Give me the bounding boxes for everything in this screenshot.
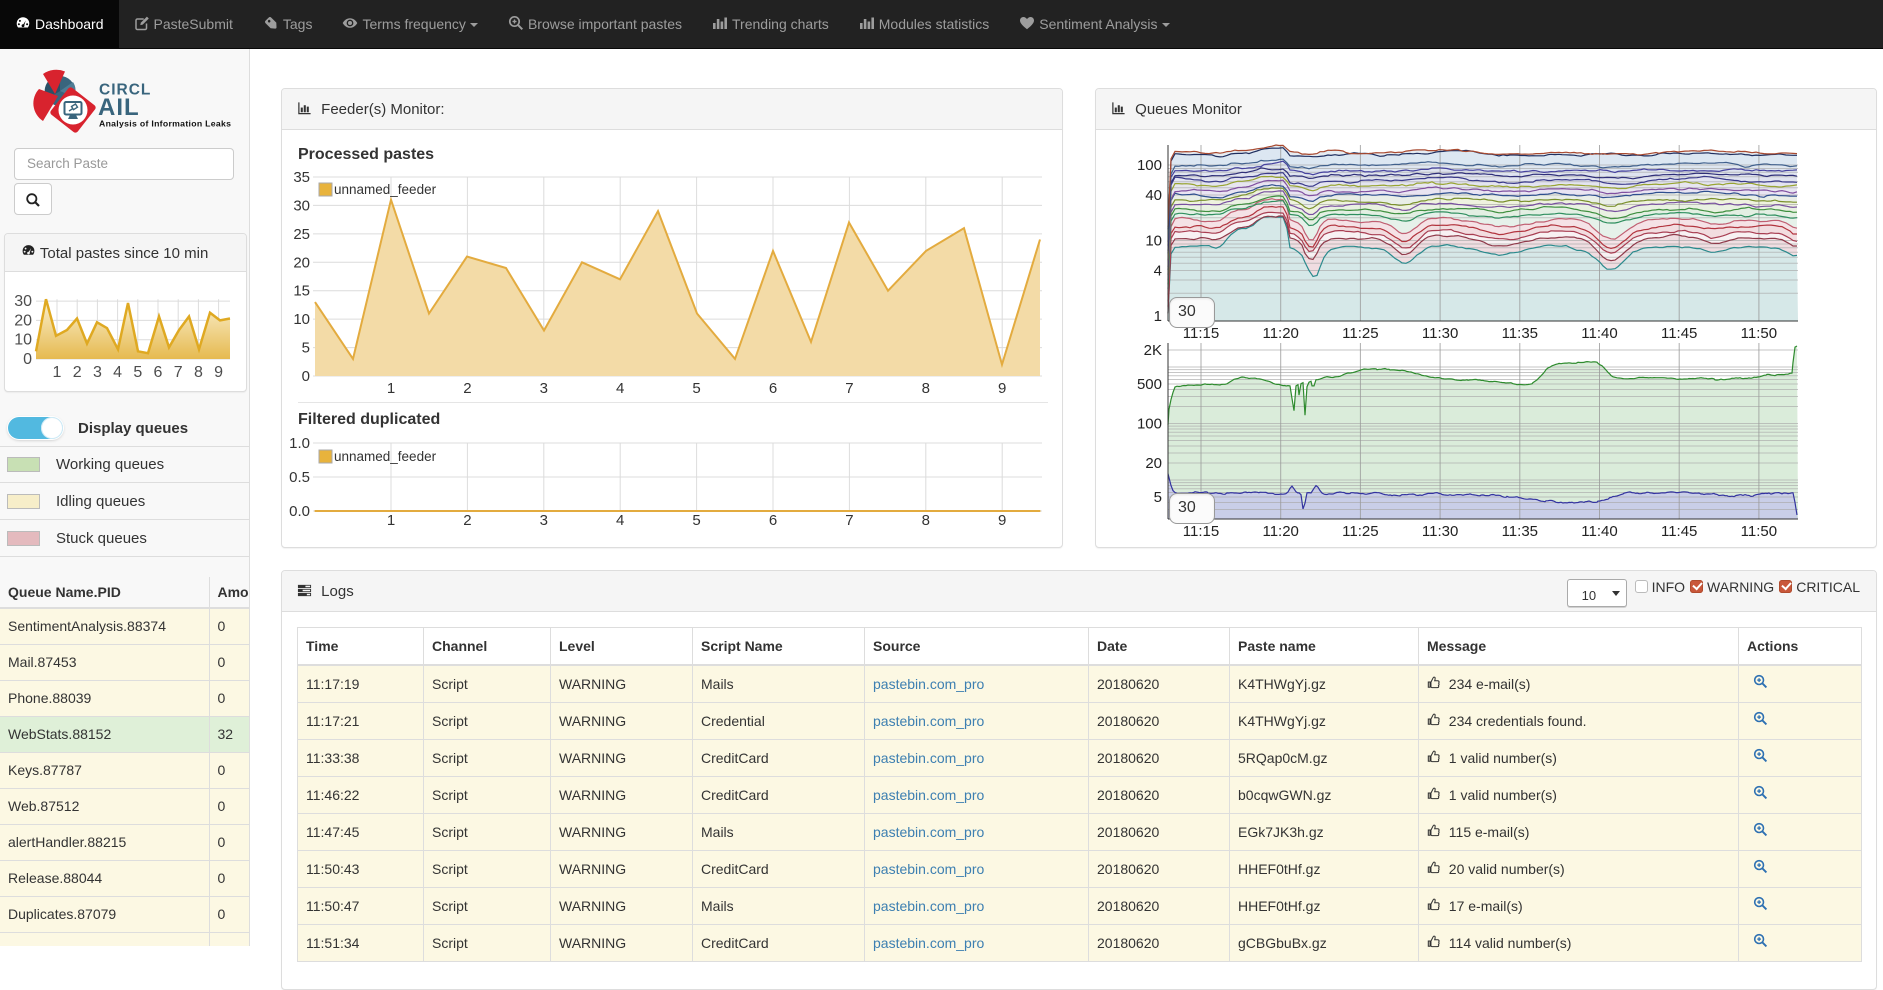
svg-text:1: 1 (53, 364, 62, 381)
svg-text:2K: 2K (1144, 342, 1162, 359)
svg-text:11:35: 11:35 (1502, 523, 1538, 540)
svg-text:11:20: 11:20 (1262, 523, 1298, 540)
svg-text:8: 8 (194, 364, 203, 381)
svg-text:15: 15 (293, 283, 310, 300)
svg-text:10: 10 (1145, 233, 1162, 250)
svg-text:30: 30 (14, 293, 32, 310)
svg-text:11:50: 11:50 (1741, 523, 1777, 540)
svg-text:20: 20 (1145, 455, 1162, 472)
svg-text:11:30: 11:30 (1422, 523, 1458, 540)
svg-text:7: 7 (845, 380, 853, 397)
svg-text:25: 25 (293, 226, 310, 243)
svg-text:4: 4 (1154, 263, 1162, 280)
svg-text:7: 7 (174, 364, 183, 381)
svg-text:9: 9 (998, 512, 1006, 529)
svg-text:1: 1 (1154, 308, 1162, 325)
svg-text:0: 0 (302, 368, 310, 385)
svg-text:6: 6 (154, 364, 163, 381)
svg-text:Analysis of Information Leaks: Analysis of Information Leaks (99, 119, 231, 129)
svg-text:5: 5 (692, 380, 700, 397)
svg-text:9: 9 (998, 380, 1006, 397)
svg-text:11:40: 11:40 (1581, 523, 1617, 540)
svg-text:unnamed_feeder: unnamed_feeder (334, 449, 437, 464)
svg-text:5: 5 (692, 512, 700, 529)
svg-text:3: 3 (540, 380, 548, 397)
svg-text:9: 9 (214, 364, 223, 381)
svg-text:4: 4 (616, 512, 624, 529)
svg-text:8: 8 (922, 512, 930, 529)
svg-text:2: 2 (463, 380, 471, 397)
svg-text:unnamed_feeder: unnamed_feeder (334, 182, 437, 197)
svg-text:500: 500 (1137, 376, 1162, 393)
svg-text:10: 10 (293, 311, 310, 328)
svg-text:5: 5 (133, 364, 142, 381)
svg-text:20: 20 (14, 312, 32, 329)
svg-text:3: 3 (540, 512, 548, 529)
svg-text:4: 4 (113, 364, 122, 381)
svg-text:20: 20 (293, 254, 310, 271)
svg-text:1.0: 1.0 (289, 435, 310, 452)
svg-text:2: 2 (463, 512, 471, 529)
svg-text:11:15: 11:15 (1183, 523, 1219, 540)
svg-text:40: 40 (1145, 187, 1162, 204)
svg-text:1: 1 (387, 380, 395, 397)
svg-text:35: 35 (293, 169, 310, 186)
svg-text:30: 30 (293, 197, 310, 214)
svg-text:11:45: 11:45 (1661, 523, 1697, 540)
svg-text:11:25: 11:25 (1342, 523, 1378, 540)
svg-text:6: 6 (769, 380, 777, 397)
svg-text:100: 100 (1137, 416, 1162, 433)
svg-text:7: 7 (845, 512, 853, 529)
svg-text:3: 3 (93, 364, 102, 381)
svg-text:2: 2 (73, 364, 82, 381)
svg-text:5: 5 (302, 340, 310, 357)
svg-text:5: 5 (1154, 489, 1162, 506)
svg-text:0.0: 0.0 (289, 503, 310, 520)
svg-text:10: 10 (14, 332, 32, 349)
svg-text:AIL: AIL (98, 94, 140, 121)
svg-text:0: 0 (23, 351, 32, 368)
svg-text:8: 8 (922, 380, 930, 397)
svg-text:100: 100 (1137, 157, 1162, 174)
svg-text:0.5: 0.5 (289, 469, 310, 486)
svg-text:1: 1 (387, 512, 395, 529)
svg-text:6: 6 (769, 512, 777, 529)
svg-text:4: 4 (616, 380, 624, 397)
